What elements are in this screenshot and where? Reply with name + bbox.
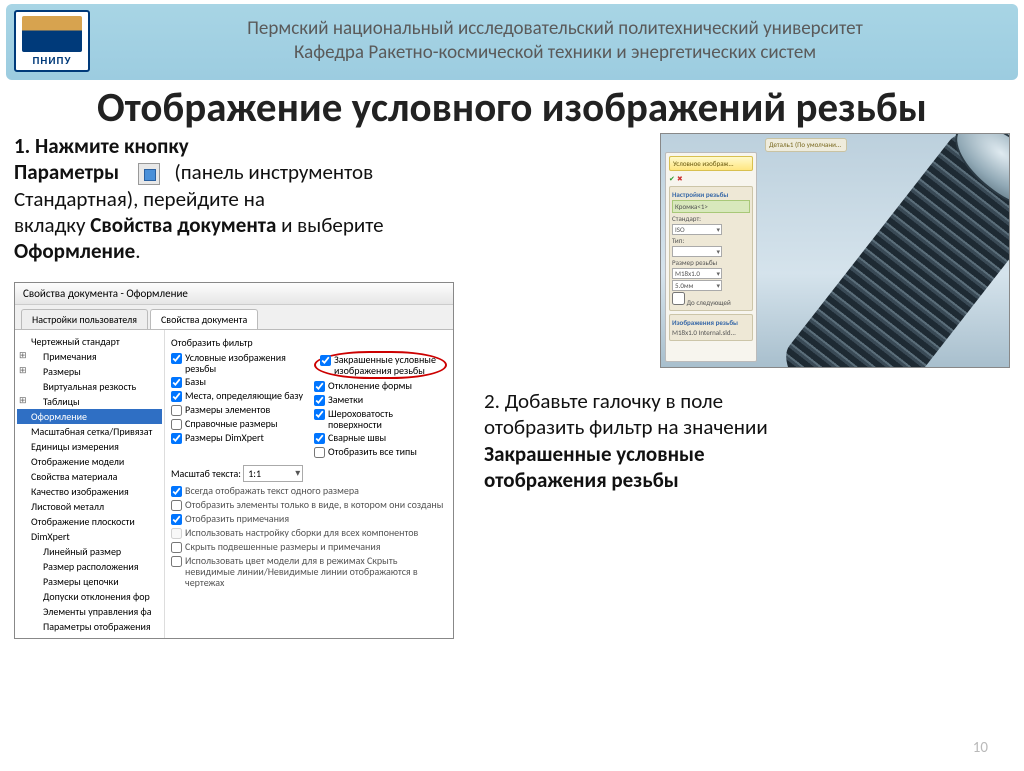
size-combo[interactable]: M18x1.0 — [672, 268, 722, 279]
type-combo[interactable] — [672, 246, 722, 257]
viewport-thumbnail: Деталь1 (По умолчани... Условное изображ… — [660, 133, 1010, 368]
chk-welds[interactable]: Сварные швы — [314, 431, 447, 445]
pm-title: Условное изображ... — [669, 156, 753, 171]
tree-item[interactable]: Размеры — [17, 364, 162, 379]
chk-thread-images[interactable]: Условные изображения резьбы — [171, 351, 304, 375]
tree-item[interactable]: Размер расположения — [17, 559, 162, 574]
threaded-cylinder — [738, 133, 1010, 368]
tree-item[interactable]: Таблицы — [17, 394, 162, 409]
chk-notes[interactable]: Заметки — [314, 393, 447, 407]
pm-edge[interactable]: Кромка<1> — [672, 200, 750, 213]
tree-item[interactable]: Виртуальная резкость — [17, 379, 162, 394]
chk-form-deviation[interactable]: Отклонение формы — [314, 379, 447, 393]
chk-assembly-cfg[interactable]: Использовать настройку сборки для всех к… — [171, 526, 447, 540]
scale-label: Масштаб текста: — [171, 467, 241, 480]
tree-item[interactable]: Чертежный стандарт — [17, 334, 162, 349]
chk-roughness[interactable]: Шероховатость поверхности — [314, 407, 447, 431]
chk-el-dims[interactable]: Размеры элементов — [171, 403, 304, 417]
tree-item[interactable]: Единицы измерения — [17, 439, 162, 454]
chk-show-all[interactable]: Отобразить все типы — [314, 445, 447, 459]
chk-upto-next[interactable] — [672, 292, 685, 305]
options-dialog: Свойства документа - Оформление Настройк… — [14, 282, 454, 639]
model-tab[interactable]: Деталь1 (По умолчани... — [765, 138, 847, 152]
tree-item[interactable]: Элементы управления фа — [17, 604, 162, 619]
tree-item-design[interactable]: Оформление — [17, 409, 162, 424]
header-text: Пермский национальный исследовательский … — [100, 17, 1010, 65]
len-field[interactable]: 5.0мм — [672, 280, 722, 291]
chk-bases[interactable]: Базы — [171, 375, 304, 389]
tab-user-settings[interactable]: Настройки пользователя — [21, 309, 148, 329]
chk-dimxpert[interactable]: Размеры DimXpert — [171, 431, 304, 445]
pm-label: Размер резьбы — [672, 258, 750, 267]
page-number: 10 — [973, 739, 988, 757]
chk-shaded-thread[interactable]: Закрашенные условныеизображения резьбы — [314, 351, 447, 379]
text-scale-combo[interactable]: 1:1 — [243, 465, 303, 482]
tree-item[interactable]: Допуски отклонения фор — [17, 589, 162, 604]
slide-title: Отображение условного изображений резьбы — [0, 86, 1024, 131]
step1-text: 1. Нажмите кнопку Параметры (панель инст… — [14, 133, 474, 264]
ok-icon[interactable]: ✔ — [669, 174, 675, 183]
pm-section: Настройки резьбы — [672, 190, 750, 199]
tree-item[interactable]: Свойства материала — [17, 469, 162, 484]
pm-label: Стандарт: — [672, 214, 750, 223]
dialog-title: Свойства документа - Оформление — [15, 283, 453, 305]
tree-item[interactable]: Размеры цепочки — [17, 574, 162, 589]
chk-only-created-view[interactable]: Отобразить элементы только в виде, в кот… — [171, 498, 447, 512]
tree-item[interactable]: Отображение плоскости — [17, 514, 162, 529]
tree-item[interactable]: Отображение модели — [17, 454, 162, 469]
chk-use-model-color[interactable]: Использовать цвет модели для в режимах С… — [171, 554, 447, 589]
chk-show-notes[interactable]: Отобразить примечания — [171, 512, 447, 526]
tree-item[interactable]: Масштабная сетка/Привязат — [17, 424, 162, 439]
cancel-icon[interactable]: ✖ — [677, 174, 683, 183]
chk-base-places[interactable]: Места, определяющие базу — [171, 389, 304, 403]
tree-item[interactable]: DimXpert — [17, 529, 162, 544]
pm-label: Тип: — [672, 236, 750, 245]
std-combo[interactable]: ISO — [672, 224, 722, 235]
chk-hide-dangling[interactable]: Скрыть подвешенные размеры и примечания — [171, 540, 447, 554]
filter-group-label: Отобразить фильтр — [171, 336, 447, 349]
university-logo: ПНИПУ — [14, 10, 90, 72]
slide-header: ПНИПУ Пермский национальный исследовател… — [6, 4, 1018, 80]
step2-text: 2. Добавьте галочку в поле отобразить фи… — [484, 388, 1010, 493]
options-icon — [138, 163, 160, 185]
pm-section: Изображения резьбы — [672, 318, 750, 327]
chk-ref-dims[interactable]: Справочные размеры — [171, 417, 304, 431]
tab-doc-properties[interactable]: Свойства документа — [150, 309, 258, 329]
options-tree[interactable]: Чертежный стандарт Примечания Размеры Ви… — [15, 330, 165, 638]
tree-item[interactable]: Качество изображения — [17, 484, 162, 499]
chk-same-text-size[interactable]: Всегда отображать текст одного размера — [171, 484, 447, 498]
tree-item[interactable]: Примечания — [17, 349, 162, 364]
options-pane: Отобразить фильтр Условные изображения р… — [165, 330, 453, 638]
tree-item[interactable]: Параметры отображения — [17, 619, 162, 634]
tree-item[interactable]: Листовой металл — [17, 499, 162, 514]
tree-item[interactable]: Линейный размер — [17, 544, 162, 559]
